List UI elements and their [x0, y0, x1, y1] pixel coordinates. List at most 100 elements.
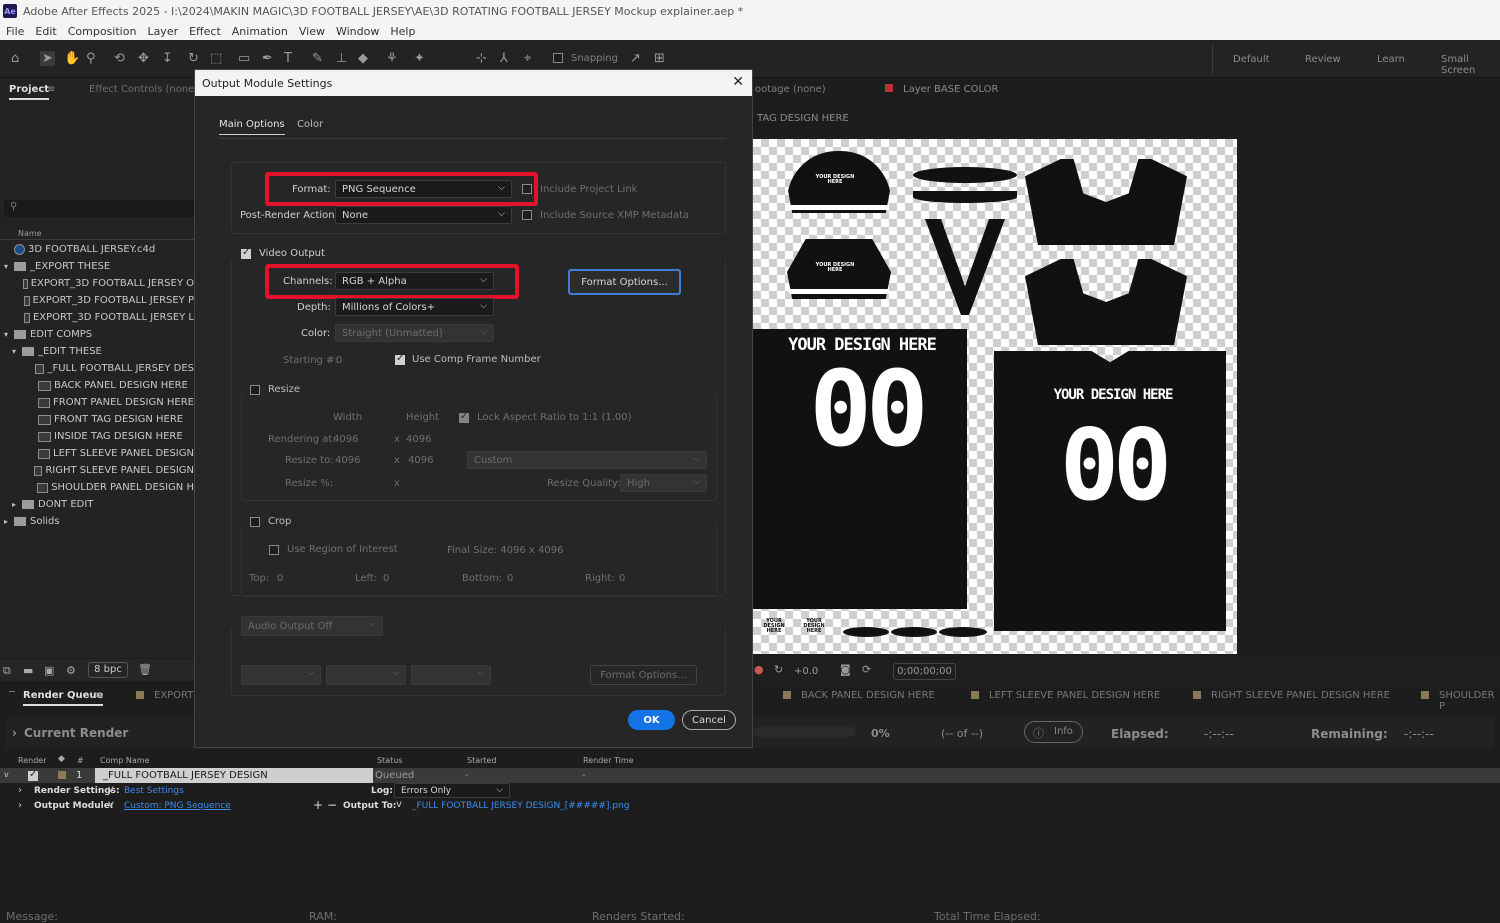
footage-tab[interactable]: ootage (none): [755, 84, 826, 95]
tab-shoulder[interactable]: SHOULDER P: [1439, 690, 1500, 712]
world-axis-icon[interactable]: ⅄: [500, 51, 508, 66]
project-item[interactable]: FRONT PANEL DESIGN HERE: [0, 394, 194, 411]
project-item[interactable]: ▾ EDIT COMPS: [0, 326, 194, 343]
output-module-dropdown-icon[interactable]: v: [108, 799, 114, 810]
expand-down-icon[interactable]: ▾: [4, 262, 14, 271]
selection-tool-icon[interactable]: ➤: [40, 51, 55, 66]
project-settings-icon[interactable]: ⚙: [66, 664, 76, 677]
add-output-module-icon[interactable]: +: [313, 798, 323, 812]
expand-current-render-icon[interactable]: ›: [12, 726, 17, 740]
cancel-button[interactable]: Cancel: [682, 710, 736, 730]
roto-brush-icon[interactable]: ⚘: [386, 51, 398, 66]
rectangle-tool-icon[interactable]: ▭: [238, 51, 250, 66]
resize-height[interactable]: 4096: [408, 455, 433, 466]
bit-depth-button[interactable]: 8 bpc: [88, 662, 128, 678]
header-started[interactable]: Started: [467, 756, 497, 765]
tab-right-sleeve[interactable]: RIGHT SLEEVE PANEL DESIGN HERE: [1211, 690, 1390, 701]
puppet-pin-icon[interactable]: ✦: [414, 51, 425, 66]
audio-channels-select[interactable]: ⌵: [411, 665, 491, 685]
crop-bottom-value[interactable]: 0: [507, 573, 513, 584]
tab-render-queue[interactable]: Render Queue: [23, 690, 104, 706]
menu-composition[interactable]: Composition: [68, 25, 137, 38]
snapshot-icon[interactable]: ◙: [840, 663, 851, 676]
expand-down-icon[interactable]: ▾: [12, 347, 22, 356]
composition-viewer[interactable]: YOUR DESIGN HERE YOUR DESIGN HERE YOUR D…: [753, 139, 1237, 654]
local-axis-icon[interactable]: ⊹: [476, 51, 487, 66]
project-item[interactable]: ▾ _EXPORT THESE: [0, 258, 194, 275]
brush-tool-icon[interactable]: ✎: [312, 51, 323, 66]
clone-stamp-icon[interactable]: ⊥: [336, 51, 347, 66]
close-tab-icon[interactable]: [9, 691, 15, 693]
new-folder-icon[interactable]: ▬: [23, 664, 33, 677]
project-menu-icon[interactable]: ≡: [47, 84, 55, 95]
menu-window[interactable]: Window: [336, 25, 379, 38]
header-number[interactable]: #: [77, 756, 84, 765]
audio-format-options-button[interactable]: Format Options...: [590, 665, 697, 685]
row-label-swatch[interactable]: [58, 771, 66, 779]
color-select[interactable]: Straight (Unmatted) ⌵: [335, 324, 494, 342]
expand-right-icon[interactable]: ▸: [4, 517, 14, 526]
resize-width[interactable]: 4096: [335, 455, 360, 466]
include-project-link-checkbox[interactable]: [522, 184, 532, 194]
snapping-checkbox[interactable]: [553, 53, 563, 63]
new-comp-icon[interactable]: ▣: [44, 664, 54, 677]
project-item[interactable]: LEFT SLEEVE PANEL DESIGN: [0, 445, 194, 462]
hand-tool-icon[interactable]: ✋: [64, 51, 80, 66]
project-item[interactable]: BACK PANEL DESIGN HERE: [0, 377, 194, 394]
snap-grid-icon[interactable]: ⊞: [654, 51, 665, 66]
header-status[interactable]: Status: [377, 756, 403, 765]
resize-quality-select[interactable]: High ⌵: [620, 474, 707, 492]
use-roi-checkbox[interactable]: [269, 545, 279, 555]
tab-back-panel[interactable]: BACK PANEL DESIGN HERE: [801, 690, 935, 701]
channels-select[interactable]: RGB + Alpha ⌵: [335, 272, 494, 290]
tab-main-options[interactable]: Main Options: [219, 119, 285, 135]
workspace-default[interactable]: Default: [1233, 54, 1270, 65]
row-expand-icon[interactable]: v: [4, 770, 9, 779]
render-checkbox[interactable]: [28, 769, 38, 781]
ok-button[interactable]: OK: [628, 710, 675, 730]
header-render[interactable]: Render: [18, 756, 46, 765]
rotation-tool-icon[interactable]: ↻: [188, 51, 199, 66]
audio-depth-select[interactable]: ⌵: [326, 665, 406, 685]
output-module-link[interactable]: Custom: PNG Sequence: [124, 801, 231, 811]
render-queue-menu-icon[interactable]: ≡: [94, 690, 102, 701]
tab-export[interactable]: EXPORT: [154, 690, 193, 701]
render-settings-expand-icon[interactable]: ›: [18, 785, 22, 796]
tab-color[interactable]: Color: [297, 119, 323, 130]
show-snapshot-icon[interactable]: ⟳: [862, 663, 871, 676]
crop-right-value[interactable]: 0: [619, 573, 625, 584]
tab-effect-controls[interactable]: Effect Controls (none): [89, 84, 198, 95]
view-axis-icon[interactable]: ⌖: [524, 51, 531, 66]
log-select[interactable]: Errors Only ⌵: [394, 783, 510, 798]
menu-animation[interactable]: Animation: [232, 25, 288, 38]
workspace-review[interactable]: Review: [1305, 54, 1341, 65]
project-item[interactable]: _FULL FOOTBALL JERSEY DES: [0, 360, 194, 377]
project-item[interactable]: FRONT TAG DESIGN HERE: [0, 411, 194, 428]
project-search-input[interactable]: ⚲: [4, 200, 194, 217]
format-options-button[interactable]: Format Options...: [568, 269, 681, 295]
orbit-camera-icon[interactable]: ⟲: [114, 51, 125, 66]
expand-down-icon[interactable]: ▾: [4, 330, 14, 339]
pan-camera-icon[interactable]: ✥: [138, 51, 149, 66]
close-icon[interactable]: ✕: [732, 74, 744, 90]
audio-rate-select[interactable]: ⌵: [241, 665, 321, 685]
project-item[interactable]: ▾ _EDIT THESE: [0, 343, 194, 360]
dolly-camera-icon[interactable]: ↧: [162, 51, 173, 66]
snap-option-icon[interactable]: ↗: [630, 51, 641, 66]
menu-file[interactable]: File: [6, 25, 24, 38]
project-item[interactable]: EXPORT_3D FOOTBALL JERSEY O: [0, 275, 194, 292]
starting-number-value[interactable]: 0: [336, 355, 342, 366]
eraser-tool-icon[interactable]: ◆: [358, 51, 368, 66]
trash-icon[interactable]: 🗑: [138, 663, 152, 676]
use-comp-frame-checkbox[interactable]: [395, 353, 405, 365]
menu-help[interactable]: Help: [390, 25, 415, 38]
home-icon[interactable]: ⌂: [11, 51, 19, 66]
project-item[interactable]: INSIDE TAG DESIGN HERE: [0, 428, 194, 445]
pen-tool-icon[interactable]: ✒: [262, 51, 273, 66]
project-item[interactable]: ▸ DONT EDIT: [0, 496, 194, 513]
timecode-display[interactable]: 0;00;00;00: [893, 663, 956, 680]
project-item[interactable]: SHOULDER PANEL DESIGN H: [0, 479, 194, 496]
project-item[interactable]: EXPORT_3D FOOTBALL JERSEY L: [0, 309, 194, 326]
layer-tab[interactable]: Layer BASE COLOR: [903, 84, 999, 95]
interpret-footage-icon[interactable]: ⧉: [3, 664, 11, 678]
